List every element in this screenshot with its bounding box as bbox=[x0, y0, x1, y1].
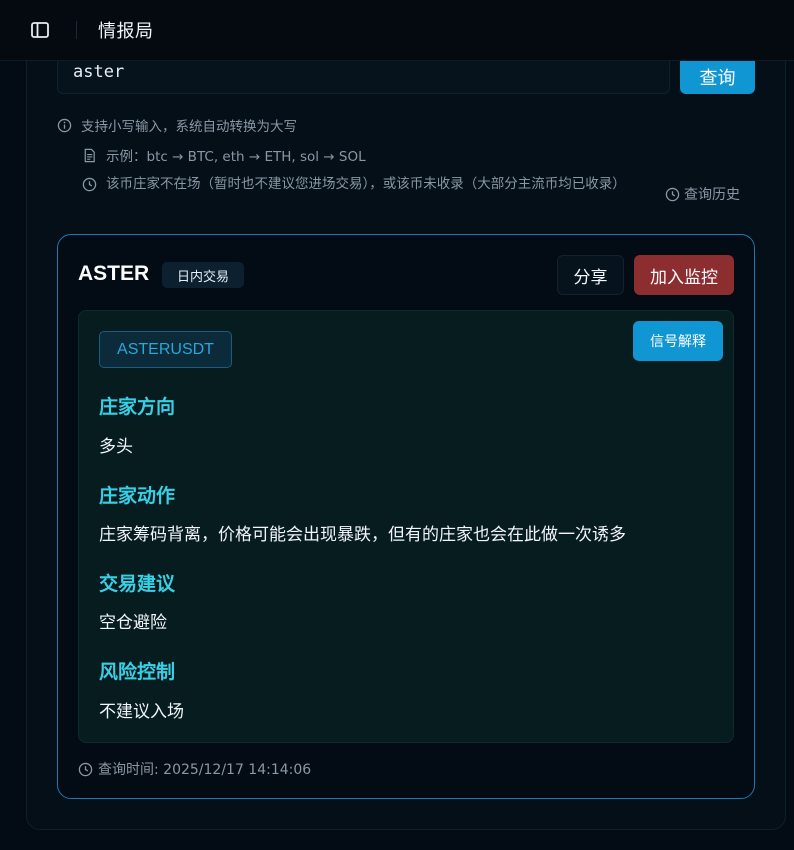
signal-explain-button[interactable]: 信号解释 bbox=[633, 321, 723, 361]
topbar-divider bbox=[76, 21, 77, 39]
section-value-advice: 空仓避险 bbox=[99, 613, 167, 633]
section-value-direction: 多头 bbox=[99, 437, 133, 457]
section-title-advice: 交易建议 bbox=[99, 573, 176, 595]
page-title: 情报局 bbox=[98, 21, 154, 42]
top-bar: 情报局 bbox=[0, 0, 794, 61]
trade-mode-badge: 日内交易 bbox=[162, 262, 244, 288]
section-title-risk: 风险控制 bbox=[99, 661, 176, 683]
hint-text: 支持小写输入，系统自动转换为大写 bbox=[81, 119, 297, 135]
hint-lowercase: 支持小写输入，系统自动转换为大写 bbox=[57, 115, 297, 135]
query-history-link[interactable]: 查询历史 bbox=[665, 184, 740, 204]
hint-text: 该币庄家不在场（暂时也不建议您进场交易），或该币未收录（大部分主流币均已收录） bbox=[106, 176, 626, 192]
clock-icon bbox=[78, 762, 93, 776]
hint-example: 示例：btc → BTC, eth → ETH, sol → SOL bbox=[82, 145, 366, 165]
query-time-text: 查询时间: 2025/12/17 14:14:06 bbox=[98, 762, 312, 778]
sidebar-toggle-icon[interactable] bbox=[29, 19, 51, 41]
section-value-risk: 不建议入场 bbox=[99, 702, 184, 722]
coin-symbol: ASTER bbox=[78, 262, 150, 285]
hint-text: 示例：btc → BTC, eth → ETH, sol → SOL bbox=[106, 149, 366, 165]
document-icon bbox=[84, 148, 95, 162]
query-history-label: 查询历史 bbox=[684, 187, 740, 203]
clock-icon bbox=[82, 177, 97, 191]
section-title-direction: 庄家方向 bbox=[99, 396, 176, 418]
section-value-action: 庄家筹码背离，价格可能会出现暴跌，但有的庄家也会在此做一次诱多 bbox=[99, 525, 626, 545]
share-button[interactable]: 分享 bbox=[557, 255, 624, 295]
section-title-action: 庄家动作 bbox=[99, 485, 176, 507]
clock-icon bbox=[665, 187, 680, 201]
add-monitor-button[interactable]: 加入监控 bbox=[634, 255, 734, 295]
trading-pair-badge: ASTERUSDT bbox=[99, 331, 232, 368]
query-time: 查询时间: 2025/12/17 14:14:06 bbox=[78, 759, 311, 779]
hint-not-listed: 该币庄家不在场（暂时也不建议您进场交易），或该币未收录（大部分主流币均已收录） bbox=[82, 174, 656, 194]
info-icon bbox=[57, 118, 72, 132]
